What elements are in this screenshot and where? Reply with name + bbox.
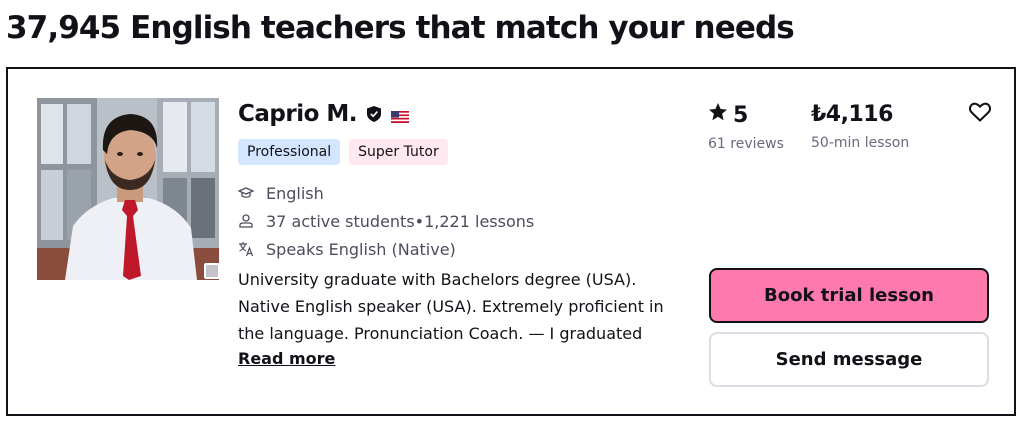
tutor-card[interactable]: Caprio M. Professional Super Tutor Engli… [6,67,1016,416]
students-row: 37 active students • 1,221 lessons [238,207,534,235]
tutor-name[interactable]: Caprio M. [238,101,358,127]
name-row: Caprio M. [238,101,410,127]
heart-icon [968,102,992,126]
graduation-cap-icon [238,184,266,202]
page-title: 37,945 English teachers that match your … [6,10,795,46]
star-icon [708,102,728,128]
favorite-button[interactable] [966,100,994,128]
lessons-count: 1,221 lessons [424,211,535,231]
tutor-photo[interactable] [37,98,219,280]
us-flag-icon [391,108,410,123]
rating-block: 5 61 reviews [708,102,784,153]
subject-text: English [266,183,324,203]
facts-separator: • [414,211,425,231]
speaks-text: Speaks English (Native) [266,239,456,259]
rating-value-row: 5 [708,102,784,128]
students-count: 37 active students [266,211,415,231]
person-icon [238,212,266,230]
super-tutor-badge: Super Tutor [349,139,448,165]
lesson-length: 50-min lesson [811,135,910,151]
tutor-description: University graduate with Bachelors degre… [238,270,664,343]
tutor-facts: English 37 active students • 1,221 lesso… [238,179,534,263]
languages-row: Speaks English (Native) [238,235,534,263]
reviews-count[interactable]: 61 reviews [708,136,784,152]
rating-value: 5 [733,102,749,128]
status-indicator [204,263,219,279]
read-more-link[interactable]: Read more [238,349,335,368]
send-message-button[interactable]: Send message [709,332,989,387]
price-block: ₺4,116 50-min lesson [811,102,909,151]
book-trial-lesson-button[interactable]: Book trial lesson [709,268,989,323]
shield-check-icon [367,106,382,122]
lesson-price: ₺4,116 [811,102,893,127]
translate-icon [238,240,266,258]
professional-badge: Professional [238,139,341,165]
subject-row: English [238,179,534,207]
badges: Professional Super Tutor [238,139,448,165]
